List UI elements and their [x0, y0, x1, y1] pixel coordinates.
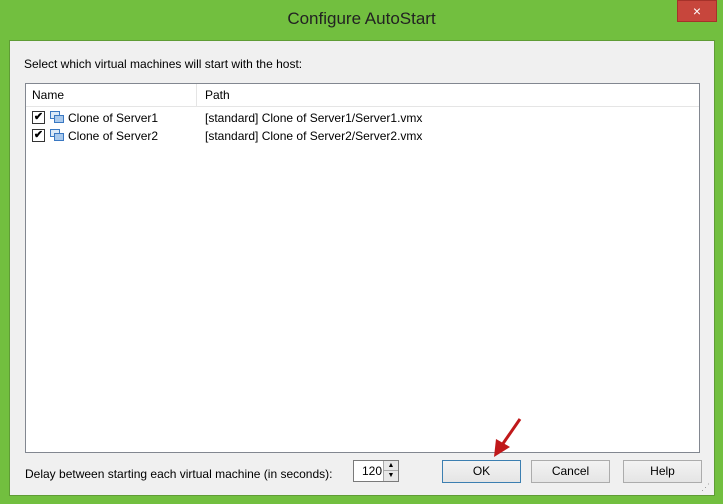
resize-grip-icon[interactable]: ⋰	[701, 482, 711, 492]
cancel-button[interactable]: Cancel	[531, 460, 610, 483]
help-button[interactable]: Help	[623, 460, 702, 483]
list-item[interactable]: ✔ Clone of Server1 [standard] Clone of S…	[26, 109, 699, 127]
spinner-buttons: ▲ ▼	[383, 461, 398, 481]
configure-autostart-dialog: Configure AutoStart × Select which virtu…	[0, 0, 723, 504]
list-header: Name Path	[26, 84, 699, 107]
column-header-path[interactable]: Path	[205, 84, 230, 106]
vm-name: Clone of Server1	[68, 111, 159, 125]
delay-value[interactable]: 120	[354, 464, 382, 478]
red-arrow-annotation-icon	[494, 418, 522, 457]
decrement-arrow-icon[interactable]: ▼	[384, 471, 398, 481]
column-header-name[interactable]: Name	[32, 84, 192, 106]
dialog-body: Select which virtual machines will start…	[9, 40, 715, 496]
close-button[interactable]: ×	[677, 0, 717, 22]
dialog-title: Configure AutoStart	[287, 9, 436, 28]
list-item[interactable]: ✔ Clone of Server2 [standard] Clone of S…	[26, 127, 699, 145]
virtual-machine-icon	[50, 111, 64, 123]
increment-arrow-icon[interactable]: ▲	[384, 461, 398, 471]
autostart-checkbox[interactable]: ✔	[32, 129, 45, 142]
title-bar[interactable]: Configure AutoStart ×	[0, 0, 723, 40]
vm-name: Clone of Server2	[68, 129, 159, 143]
autostart-checkbox[interactable]: ✔	[32, 111, 45, 124]
column-divider[interactable]	[196, 84, 197, 106]
instruction-text: Select which virtual machines will start…	[24, 57, 303, 71]
vm-path: [standard] Clone of Server2/Server2.vmx	[205, 129, 423, 143]
delay-spinner[interactable]: 120 ▲ ▼	[353, 460, 399, 482]
vm-path: [standard] Clone of Server1/Server1.vmx	[205, 111, 423, 125]
delay-label: Delay between starting each virtual mach…	[25, 467, 333, 481]
vm-list[interactable]: Name Path ✔ Clone of Server1 [standard] …	[25, 83, 700, 453]
ok-button[interactable]: OK	[442, 460, 521, 483]
virtual-machine-icon	[50, 129, 64, 141]
